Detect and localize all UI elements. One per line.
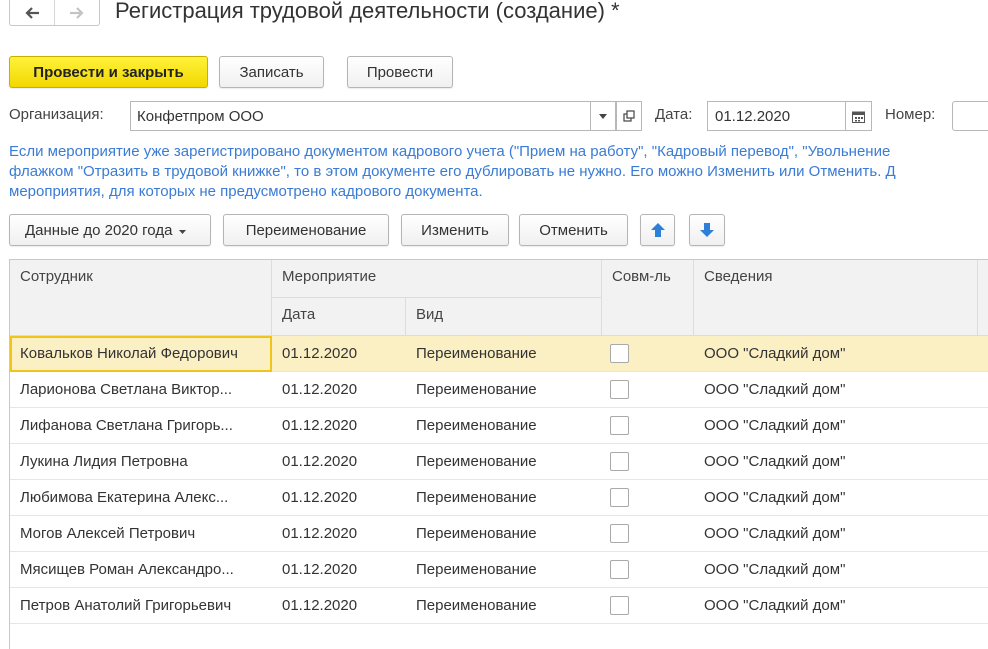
date-cell[interactable]: 01.12.2020	[272, 444, 406, 480]
organization-dropdown-button[interactable]	[590, 101, 616, 131]
header-combo[interactable]: Совм-ль	[602, 260, 694, 336]
page-title: Регистрация трудовой деятельности (созда…	[115, 0, 620, 23]
number-field[interactable]	[952, 101, 988, 131]
data-before-2020-label: Данные до 2020 года	[25, 221, 173, 239]
date-cell[interactable]: 01.12.2020	[272, 516, 406, 552]
move-down-button[interactable]	[689, 214, 725, 246]
table-row[interactable]: Петров Анатолий Григорьевич 01.12.2020 Пер…	[10, 588, 988, 624]
table-row[interactable]: Могов Алексей Петрович 01.12.2020 Переимен…	[10, 516, 988, 552]
open-window-icon	[623, 110, 635, 122]
header-extra	[978, 260, 988, 336]
post-and-close-button[interactable]: Провести и закрыть	[9, 56, 208, 88]
organization-label: Организация:	[9, 106, 104, 123]
date-cell[interactable]: 01.12.2020	[272, 372, 406, 408]
table-row[interactable]: Лифанова Светлана Григорь... 01.12.2020 Пе…	[10, 408, 988, 444]
info-line-1: Если мероприятие уже зарегистрировано до…	[9, 143, 891, 160]
combo-checkbox[interactable]	[610, 596, 629, 615]
rename-button[interactable]: Переименование	[223, 214, 389, 246]
kind-cell[interactable]: Переименование	[406, 552, 602, 588]
dropdown-arrow-icon	[599, 113, 607, 119]
back-button[interactable]	[10, 0, 54, 25]
arrow-up-icon	[650, 223, 665, 237]
employee-cell[interactable]: Ковальков Николай Федорович	[10, 336, 272, 372]
table-row[interactable]: Ковальков Николай Федорович 01.12.2020 Пер…	[10, 336, 988, 372]
forward-button[interactable]	[54, 0, 99, 25]
info-line-3: мероприятия, для которых не предусмотрен…	[9, 183, 483, 200]
arrow-down-icon	[700, 223, 714, 237]
header-details[interactable]: Сведения	[694, 260, 978, 336]
employee-cell[interactable]: Лифанова Светлана Григорь...	[10, 408, 272, 444]
table-row[interactable]: Любимова Екатерина Алекс... 01.12.2020 Пер…	[10, 480, 988, 516]
combo-checkbox[interactable]	[610, 380, 629, 399]
date-cell[interactable]: 01.12.2020	[272, 588, 406, 624]
arrow-right-icon	[70, 6, 84, 19]
details-cell[interactable]: ООО "Сладкий дом"	[694, 372, 978, 408]
combo-checkbox[interactable]	[610, 488, 629, 507]
combo-checkbox[interactable]	[610, 560, 629, 579]
kind-cell[interactable]: Переименование	[406, 444, 602, 480]
date-cell[interactable]: 01.12.2020	[272, 552, 406, 588]
kind-cell[interactable]: Переименование	[406, 408, 602, 444]
kind-cell[interactable]: Переименование	[406, 480, 602, 516]
header-employee[interactable]: Сотрудник	[10, 260, 272, 336]
post-button[interactable]: Провести	[347, 56, 453, 88]
info-message: Если мероприятие уже зарегистрировано до…	[9, 142, 988, 202]
kind-cell[interactable]: Переименование	[406, 516, 602, 552]
table-row[interactable]: Мясищев Роман Александро... 01.12.2020 Пер…	[10, 552, 988, 588]
header-date[interactable]: Дата	[272, 298, 406, 336]
cancel-button[interactable]: Отменить	[519, 214, 628, 246]
move-up-button[interactable]	[640, 214, 675, 246]
combo-checkbox[interactable]	[610, 524, 629, 543]
combo-checkbox[interactable]	[610, 452, 629, 471]
arrow-left-icon	[25, 6, 39, 19]
table-row[interactable]: Лукина Лидия Петровна 01.12.2020 Переимено…	[10, 444, 988, 480]
employee-cell[interactable]: Ларионова Светлана Виктор...	[10, 372, 272, 408]
table-row[interactable]: Ларионова Светлана Виктор... 01.12.2020 Пе…	[10, 372, 988, 408]
organization-field[interactable]: Конфетпром ООО	[130, 101, 591, 131]
details-cell[interactable]: ООО "Сладкий дом"	[694, 408, 978, 444]
employee-cell[interactable]: Могов Алексей Петрович	[10, 516, 272, 552]
employee-cell[interactable]: Мясищев Роман Александро...	[10, 552, 272, 588]
date-field[interactable]: 01.12.2020	[707, 101, 846, 131]
info-line-2: флажком "Отразить в трудовой книжке", то…	[9, 163, 896, 180]
calendar-icon	[852, 111, 865, 123]
number-label: Номер:	[885, 106, 936, 123]
details-cell[interactable]: ООО "Сладкий дом"	[694, 480, 978, 516]
employees-table: Сотрудник Мероприятие Дата Вид Совм-ль С…	[9, 259, 988, 649]
date-cell[interactable]: 01.12.2020	[272, 480, 406, 516]
kind-cell[interactable]: Переименование	[406, 588, 602, 624]
details-cell[interactable]: ООО "Сладкий дом"	[694, 516, 978, 552]
kind-cell[interactable]: Переименование	[406, 372, 602, 408]
date-cell[interactable]: 01.12.2020	[272, 408, 406, 444]
kind-cell[interactable]: Переименование	[406, 336, 602, 372]
change-button[interactable]: Изменить	[401, 214, 509, 246]
header-kind[interactable]: Вид	[406, 298, 602, 336]
date-label: Дата:	[655, 106, 693, 123]
details-cell[interactable]: ООО "Сладкий дом"	[694, 552, 978, 588]
dropdown-arrow-icon	[179, 229, 187, 234]
details-cell[interactable]: ООО "Сладкий дом"	[694, 588, 978, 624]
organization-open-button[interactable]	[616, 101, 642, 131]
details-cell[interactable]: ООО "Сладкий дом"	[694, 336, 978, 372]
details-cell[interactable]: ООО "Сладкий дом"	[694, 444, 978, 480]
combo-checkbox[interactable]	[610, 416, 629, 435]
data-before-2020-button[interactable]: Данные до 2020 года	[9, 214, 211, 246]
header-event: Мероприятие	[272, 260, 602, 298]
employee-cell[interactable]: Лукина Лидия Петровна	[10, 444, 272, 480]
date-cell[interactable]: 01.12.2020	[272, 336, 406, 372]
nav-buttons	[9, 0, 100, 26]
employee-cell[interactable]: Петров Анатолий Григорьевич	[10, 588, 272, 624]
save-button[interactable]: Записать	[219, 56, 324, 88]
combo-checkbox[interactable]	[610, 344, 629, 363]
employee-cell[interactable]: Любимова Екатерина Алекс...	[10, 480, 272, 516]
calendar-button[interactable]	[845, 101, 872, 131]
